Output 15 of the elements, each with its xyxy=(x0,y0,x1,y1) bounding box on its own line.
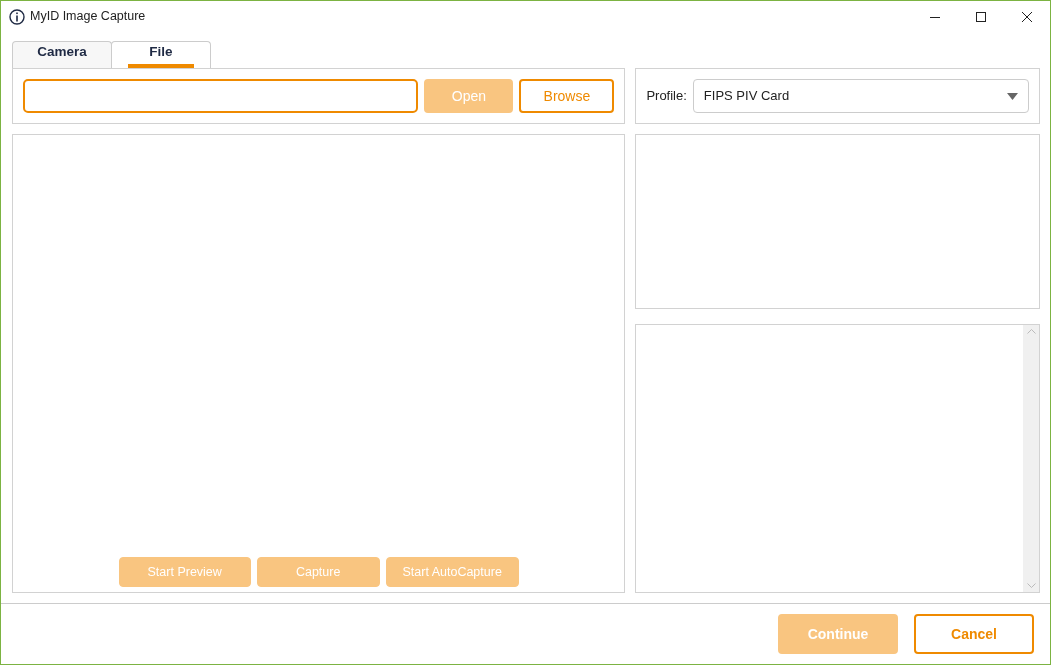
scroll-up-icon[interactable] xyxy=(1026,329,1036,334)
maximize-icon[interactable] xyxy=(976,11,986,22)
dropdown-arrow-icon xyxy=(1007,92,1018,100)
profile-label: Profile: xyxy=(646,87,687,106)
tab[interactable]: File xyxy=(111,41,211,68)
window-title: MyID Image Capture xyxy=(30,8,146,26)
tab[interactable]: Camera xyxy=(12,41,112,68)
browse-button[interactable]: Browse xyxy=(519,79,615,113)
file-path-field[interactable] xyxy=(23,79,419,113)
cancel-button[interactable]: Cancel xyxy=(914,614,1034,654)
info-icon xyxy=(9,8,25,25)
scroll-down-icon[interactable] xyxy=(1026,583,1036,588)
close-icon[interactable] xyxy=(1022,11,1032,22)
profile-dropdown[interactable]: FIPS PIV Card xyxy=(692,79,1029,113)
scrollbar[interactable] xyxy=(1023,325,1039,592)
